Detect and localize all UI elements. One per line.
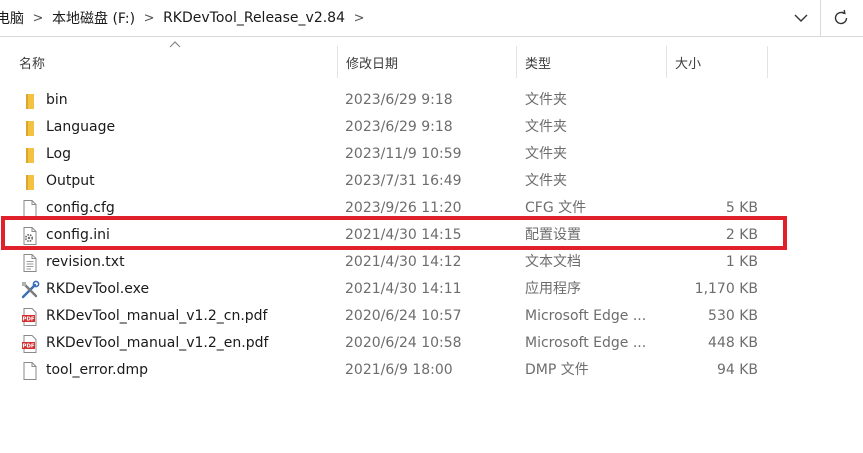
file-size: 1,170 KB	[694, 281, 758, 297]
file-row-config-ini[interactable]: config.ini 2021/4/30 14:15 配置设置 2 KB	[0, 222, 863, 249]
file-name: tool_error.dmp	[46, 362, 148, 378]
folder-icon	[26, 148, 34, 163]
breadcrumb-item-drive[interactable]: 本地磁盘 (F:)	[48, 8, 139, 28]
file-date: 2023/6/29 9:18	[345, 119, 453, 135]
file-type: CFG 文件	[525, 200, 587, 216]
file-name: RKDevTool_manual_v1.2_cn.pdf	[46, 308, 268, 324]
file-name: RKDevTool_manual_v1.2_en.pdf	[46, 335, 269, 351]
file-type: 文件夹	[525, 92, 567, 108]
file-type: DMP 文件	[525, 362, 589, 378]
file-date: 2020/6/24 10:58	[345, 335, 462, 351]
column-header-date[interactable]: 修改日期	[338, 46, 516, 78]
file-type: Microsoft Edge ...	[525, 308, 647, 324]
file-icon	[23, 362, 37, 380]
pdf-icon: PDF	[22, 308, 37, 326]
folder-icon	[26, 94, 34, 109]
address-bar-divider	[820, 0, 821, 36]
file-size: 2 KB	[725, 227, 758, 243]
file-icon	[23, 200, 37, 218]
file-type: 文件夹	[525, 173, 567, 189]
address-history-dropdown[interactable]	[787, 5, 815, 31]
column-header-type[interactable]: 类型	[517, 46, 666, 78]
file-name: Output	[46, 173, 95, 189]
refresh-button[interactable]	[826, 5, 856, 31]
breadcrumb-separator[interactable]: >	[139, 11, 159, 26]
file-date: 2021/4/30 14:15	[345, 227, 462, 243]
breadcrumb-item-folder[interactable]: RKDevTool_Release_v2.84	[159, 10, 349, 26]
column-header-size[interactable]: 大小	[667, 46, 767, 78]
file-type: 文本文档	[525, 254, 581, 270]
file-date: 2023/7/31 16:49	[345, 173, 462, 189]
file-row[interactable]: PDF RKDevTool_manual_v1.2_cn.pdf 2020/6/…	[0, 303, 863, 330]
file-name: config.cfg	[46, 200, 115, 216]
svg-text:PDF: PDF	[22, 344, 35, 350]
pdf-icon: PDF	[22, 335, 37, 353]
file-name: config.ini	[46, 227, 110, 243]
file-name: revision.txt	[46, 254, 125, 270]
column-header-type-label: 类型	[525, 56, 552, 72]
file-row[interactable]: tool_error.dmp 2021/6/9 18:00 DMP 文件 94 …	[0, 357, 863, 384]
column-resize-handle[interactable]	[767, 46, 768, 78]
breadcrumb: 电脑 > 本地磁盘 (F:) > RKDevTool_Release_v2.84…	[0, 0, 785, 36]
file-row[interactable]: bin 2023/6/29 9:18 文件夹	[0, 87, 863, 114]
file-row[interactable]: config.cfg 2023/9/26 11:20 CFG 文件 5 KB	[0, 195, 863, 222]
breadcrumb-separator[interactable]: >	[28, 11, 48, 26]
refresh-icon	[834, 9, 848, 25]
file-row[interactable]: RKDevTool.exe 2021/4/30 14:11 应用程序 1,170…	[0, 276, 863, 303]
file-list: bin 2023/6/29 9:18 文件夹 Language 2023/6/2…	[0, 87, 863, 384]
settings-file-icon	[23, 227, 37, 245]
address-bar[interactable]: 电脑 > 本地磁盘 (F:) > RKDevTool_Release_v2.84…	[0, 0, 863, 37]
column-header-name-label: 名称	[19, 56, 46, 72]
svg-text:PDF: PDF	[22, 317, 35, 323]
column-header-name[interactable]: 名称	[11, 46, 337, 78]
file-row[interactable]: Language 2023/6/29 9:18 文件夹	[0, 114, 863, 141]
column-header-date-label: 修改日期	[346, 56, 399, 72]
file-date: 2023/11/9 10:59	[345, 146, 462, 162]
chevron-down-icon	[794, 14, 808, 22]
file-type: 文件夹	[525, 146, 567, 162]
file-name: Log	[46, 146, 72, 162]
file-type: 应用程序	[525, 281, 581, 297]
breadcrumb-separator[interactable]: >	[349, 11, 369, 26]
file-date: 2023/6/29 9:18	[345, 92, 453, 108]
file-size: 1 KB	[725, 254, 758, 270]
file-size: 5 KB	[725, 200, 758, 216]
breadcrumb-item-this-pc[interactable]: 电脑	[0, 8, 28, 28]
file-date: 2021/4/30 14:12	[345, 254, 462, 270]
file-size: 448 KB	[708, 335, 758, 351]
file-name: RKDevTool.exe	[46, 281, 150, 297]
column-header-size-label: 大小	[675, 56, 702, 72]
file-row[interactable]: PDF RKDevTool_manual_v1.2_en.pdf 2020/6/…	[0, 330, 863, 357]
tools-icon	[21, 280, 40, 299]
file-size: 530 KB	[708, 308, 758, 324]
file-type: 文件夹	[525, 119, 567, 135]
file-date: 2021/6/9 18:00	[345, 362, 453, 378]
folder-icon	[26, 175, 34, 190]
file-type: Microsoft Edge ...	[525, 335, 647, 351]
file-name: bin	[46, 92, 68, 108]
folder-icon	[26, 121, 34, 136]
file-row[interactable]: revision.txt 2021/4/30 14:12 文本文档 1 KB	[0, 249, 863, 276]
file-date: 2023/9/26 11:20	[345, 200, 462, 216]
file-name: Language	[46, 119, 116, 135]
file-date: 2020/6/24 10:57	[345, 308, 462, 324]
text-file-icon	[23, 254, 37, 272]
file-row[interactable]: Log 2023/11/9 10:59 文件夹	[0, 141, 863, 168]
file-type: 配置设置	[525, 227, 581, 243]
file-date: 2021/4/30 14:11	[345, 281, 462, 297]
file-size: 94 KB	[716, 362, 758, 378]
file-row[interactable]: Output 2023/7/31 16:49 文件夹	[0, 168, 863, 195]
